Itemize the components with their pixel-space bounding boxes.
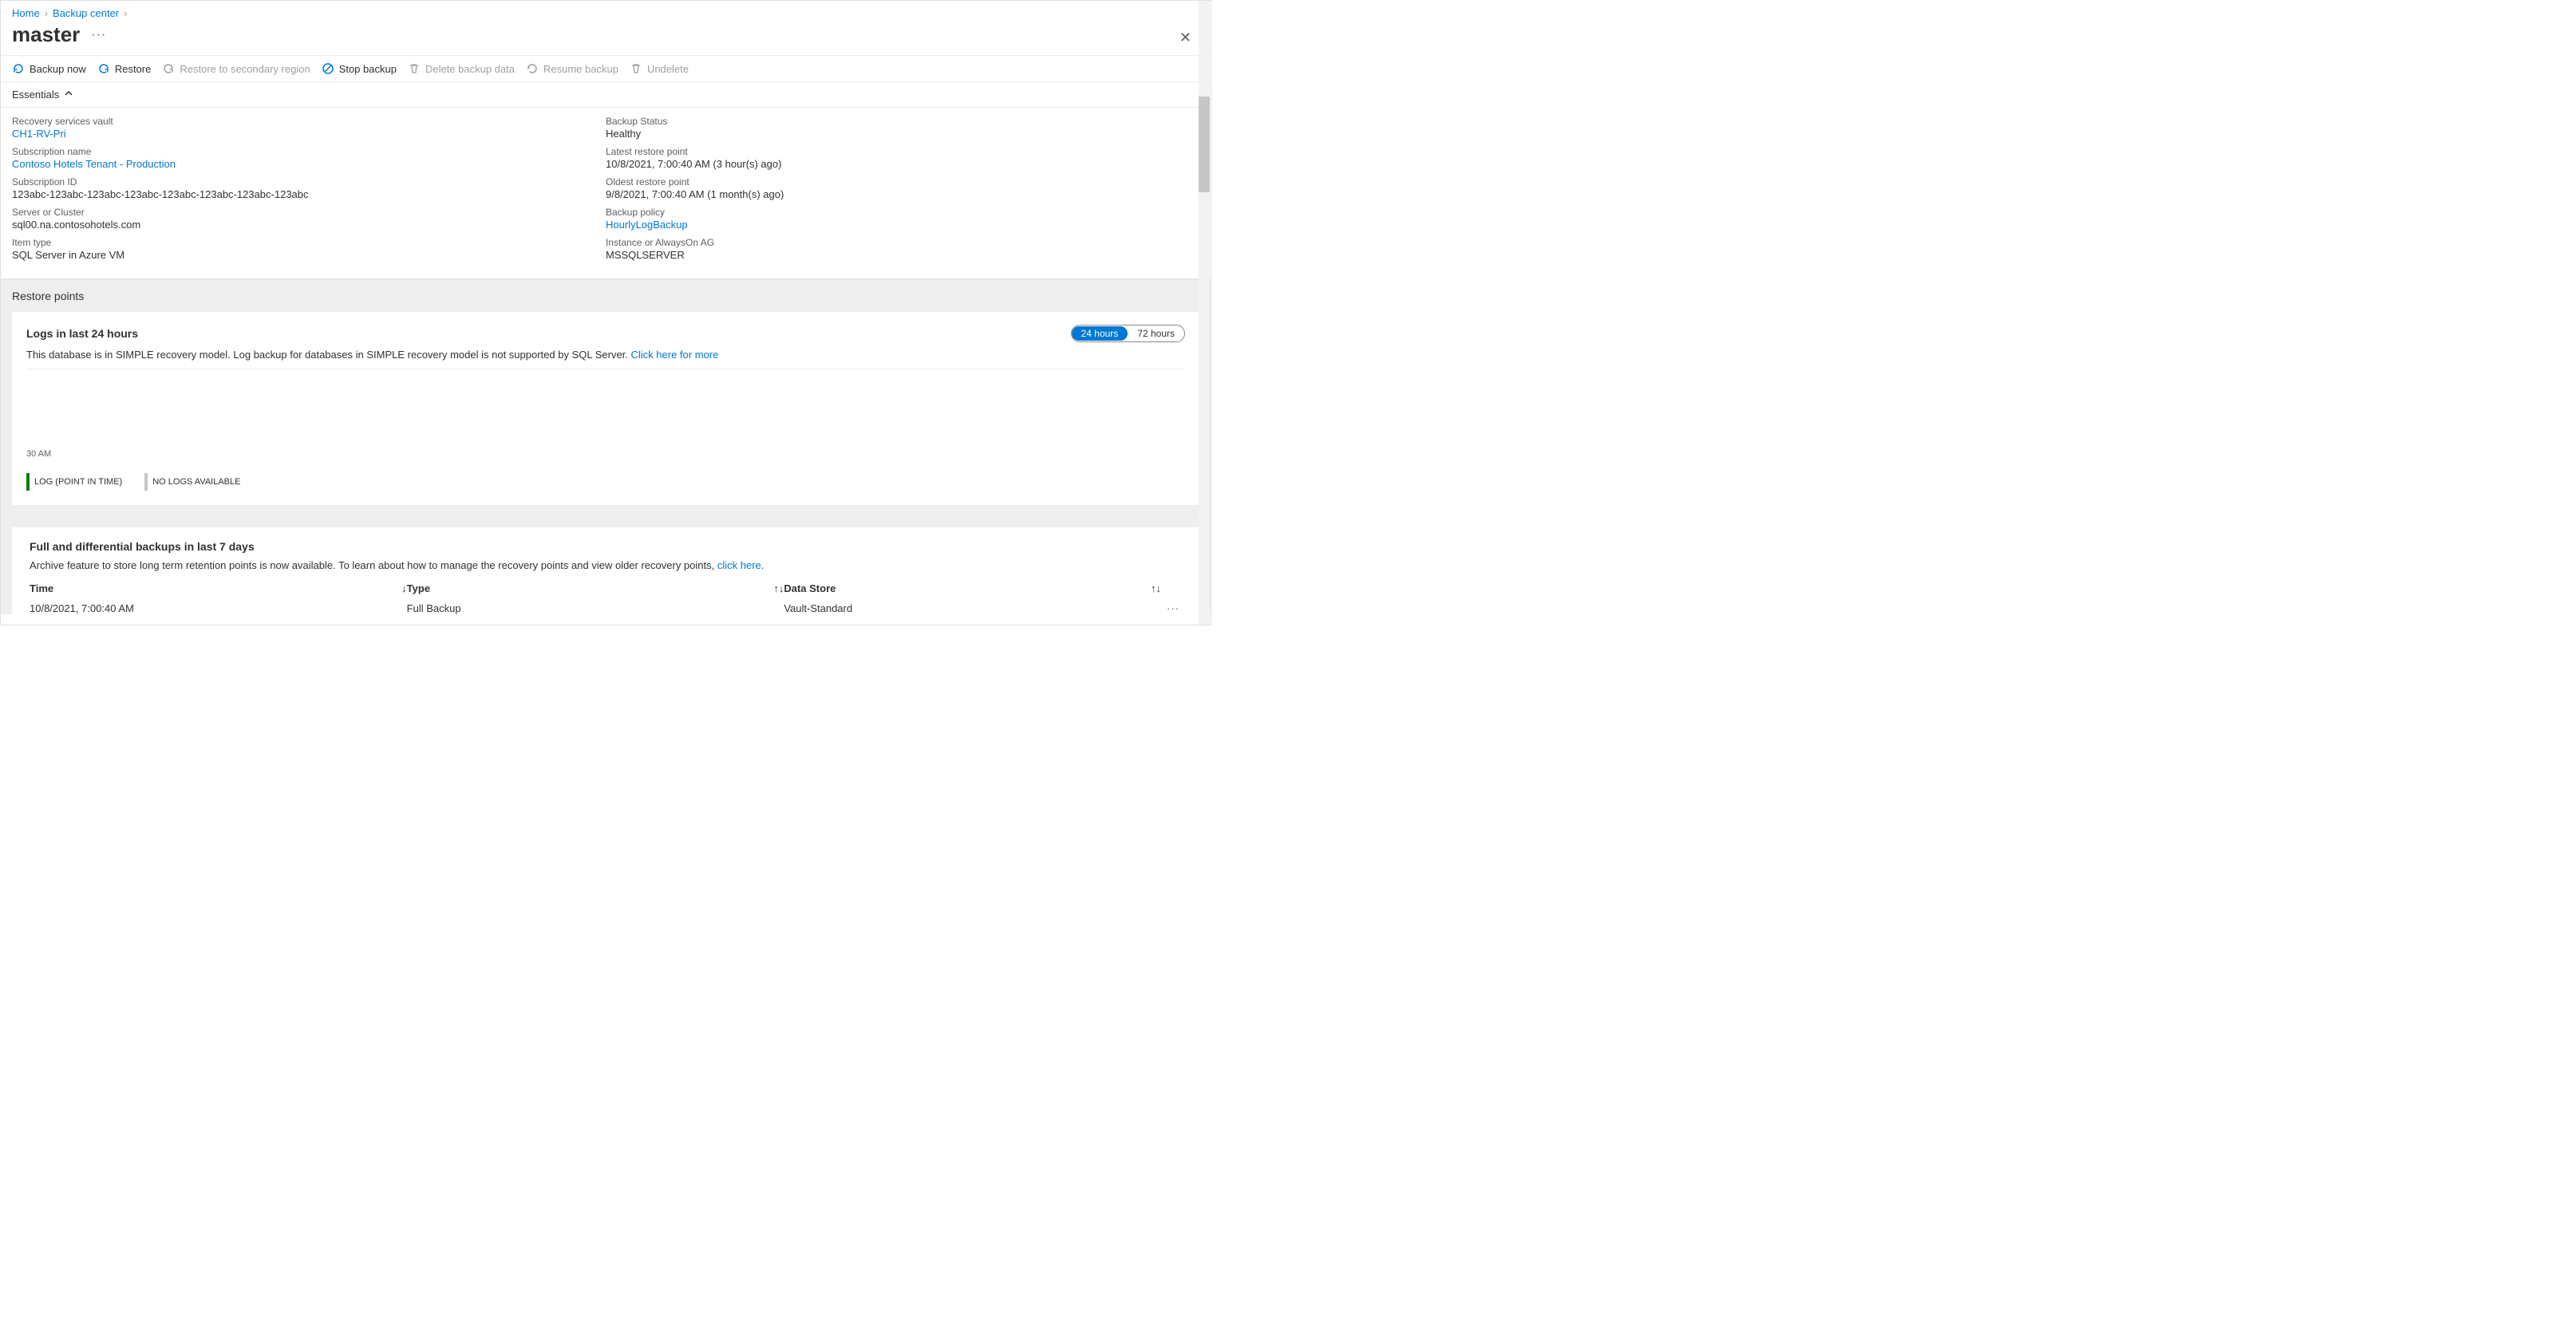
resume-icon: [526, 62, 539, 75]
subscription-id-value: 123abc-123abc-123abc-123abc-123abc-123ab…: [12, 188, 606, 200]
field-label: Instance or AlwaysOn AG: [606, 237, 1199, 248]
backup-now-icon: [12, 62, 25, 75]
field-label: Latest restore point: [606, 146, 1199, 157]
breadcrumb-backup-center[interactable]: Backup center: [53, 7, 119, 19]
col-label: Data Store: [784, 582, 836, 594]
scrollbar[interactable]: [1199, 1, 1210, 625]
oldest-restore-value: 9/8/2021, 7:00:40 AM (1 month(s) ago): [606, 188, 1199, 200]
field-label: Recovery services vault: [12, 116, 606, 127]
desc-text: This database is in SIMPLE recovery mode…: [26, 349, 631, 361]
col-time[interactable]: Time↓: [30, 582, 407, 594]
resume-backup-button: Resume backup: [526, 62, 618, 75]
toolbar-label: Restore: [115, 63, 152, 75]
breadcrumb: Home › Backup center ›: [1, 1, 1211, 19]
col-store[interactable]: Data Store ↑↓: [784, 582, 1161, 594]
delete-backup-button: Delete backup data: [408, 62, 515, 75]
more-icon[interactable]: ···: [91, 28, 106, 42]
toolbar-label: Backup now: [30, 63, 86, 75]
logs-panel: Logs in last 24 hours 24 hours 72 hours …: [12, 312, 1199, 505]
close-icon[interactable]: ✕: [1179, 30, 1191, 46]
field-label: Backup Status: [606, 116, 1199, 127]
field-label: Oldest restore point: [606, 176, 1199, 187]
click-here-link[interactable]: Click here for more: [631, 349, 719, 361]
undelete-icon: [630, 62, 642, 75]
field-label: Item type: [12, 237, 606, 248]
logs-panel-title: Logs in last 24 hours: [26, 327, 138, 340]
legend-label: NO LOGS AVAILABLE: [152, 477, 240, 487]
toolbar-label: Stop backup: [339, 63, 397, 75]
legend-log: LOG (POINT IN TIME): [26, 473, 122, 491]
item-type-value: SQL Server in Azure VM: [12, 249, 606, 261]
backup-policy-link[interactable]: HourlyLogBackup: [606, 219, 1199, 231]
time-range-toggle: 24 hours 72 hours: [1071, 325, 1185, 342]
chevron-right-icon: ›: [45, 7, 48, 19]
restore-secondary-button: Restore to secondary region: [162, 62, 310, 75]
backups-panel-desc: Archive feature to store long term reten…: [30, 559, 1185, 571]
server-value: sql00.na.contosohotels.com: [12, 219, 606, 231]
undelete-button: Undelete: [630, 62, 689, 75]
essentials-panel: Recovery services vaultCH1-RV-Pri Subscr…: [1, 108, 1211, 279]
field-label: Subscription name: [12, 146, 606, 157]
command-toolbar: Backup now Restore Restore to secondary …: [1, 55, 1211, 82]
toggle-24h[interactable]: 24 hours: [1072, 326, 1128, 341]
legend-swatch-green: [26, 473, 30, 491]
cell-type: Full Backup: [407, 602, 784, 614]
backups-panel: Full and differential backups in last 7 …: [12, 527, 1199, 614]
backup-status-value: Healthy: [606, 128, 1199, 140]
restore-points-header: Restore points: [1, 280, 1211, 312]
latest-restore-value: 10/8/2021, 7:00:40 AM (3 hour(s) ago): [606, 158, 1199, 170]
legend-label: LOG (POINT IN TIME): [34, 477, 122, 487]
cell-store: Vault-Standard: [784, 602, 1161, 614]
instance-value: MSSQLSERVER: [606, 249, 1199, 261]
chevron-up-icon: [64, 89, 73, 101]
essentials-toggle[interactable]: Essentials: [1, 82, 1211, 108]
legend-none: NO LOGS AVAILABLE: [144, 473, 240, 491]
chevron-right-icon: ›: [124, 7, 127, 19]
field-label: Subscription ID: [12, 176, 606, 187]
trash-icon: [408, 62, 421, 75]
recovery-vault-link[interactable]: CH1-RV-Pri: [12, 128, 606, 140]
stop-backup-button[interactable]: Stop backup: [322, 62, 397, 75]
field-label: Backup policy: [606, 207, 1199, 218]
col-type[interactable]: Type ↑↓: [407, 582, 784, 594]
logs-timeline: 30 AM LOG (POINT IN TIME) NO LOGS AVAILA…: [26, 449, 1185, 491]
legend-swatch-grey: [144, 473, 148, 491]
scroll-thumb[interactable]: [1199, 97, 1210, 192]
page-title: master: [12, 22, 80, 47]
essentials-label: Essentials: [12, 89, 59, 101]
backups-panel-title: Full and differential backups in last 7 …: [30, 540, 1185, 553]
col-label: Type: [407, 582, 430, 594]
restore-secondary-icon: [162, 62, 175, 75]
restore-icon: [97, 62, 110, 75]
sort-icon: ↑↓: [773, 582, 784, 594]
table-row[interactable]: 10/8/2021, 7:00:40 AM Full Backup Vault-…: [30, 602, 1185, 614]
stop-icon: [322, 62, 334, 75]
toolbar-label: Resume backup: [543, 63, 618, 75]
subscription-link[interactable]: Contoso Hotels Tenant - Production: [12, 158, 606, 170]
timeline-axis-label: 30 AM: [26, 449, 1185, 459]
logs-panel-desc: This database is in SIMPLE recovery mode…: [26, 349, 1185, 361]
toolbar-label: Restore to secondary region: [180, 63, 310, 75]
toolbar-label: Delete backup data: [425, 63, 515, 75]
col-label: Time: [30, 582, 53, 594]
breadcrumb-home[interactable]: Home: [12, 7, 40, 19]
backup-now-button[interactable]: Backup now: [12, 62, 86, 75]
row-more-icon[interactable]: ···: [1161, 602, 1185, 614]
table-header: Time↓ Type↑↓ Data Store↑↓: [30, 582, 1185, 594]
toggle-72h[interactable]: 72 hours: [1128, 326, 1184, 341]
restore-button[interactable]: Restore: [97, 62, 152, 75]
toolbar-label: Undelete: [647, 63, 689, 75]
desc-text: Archive feature to store long term reten…: [30, 559, 717, 571]
sort-icon: ↑↓: [1151, 582, 1161, 594]
field-label: Server or Cluster: [12, 207, 606, 218]
click-here-link[interactable]: click here: [717, 559, 761, 571]
cell-time: 10/8/2021, 7:00:40 AM: [30, 602, 407, 614]
